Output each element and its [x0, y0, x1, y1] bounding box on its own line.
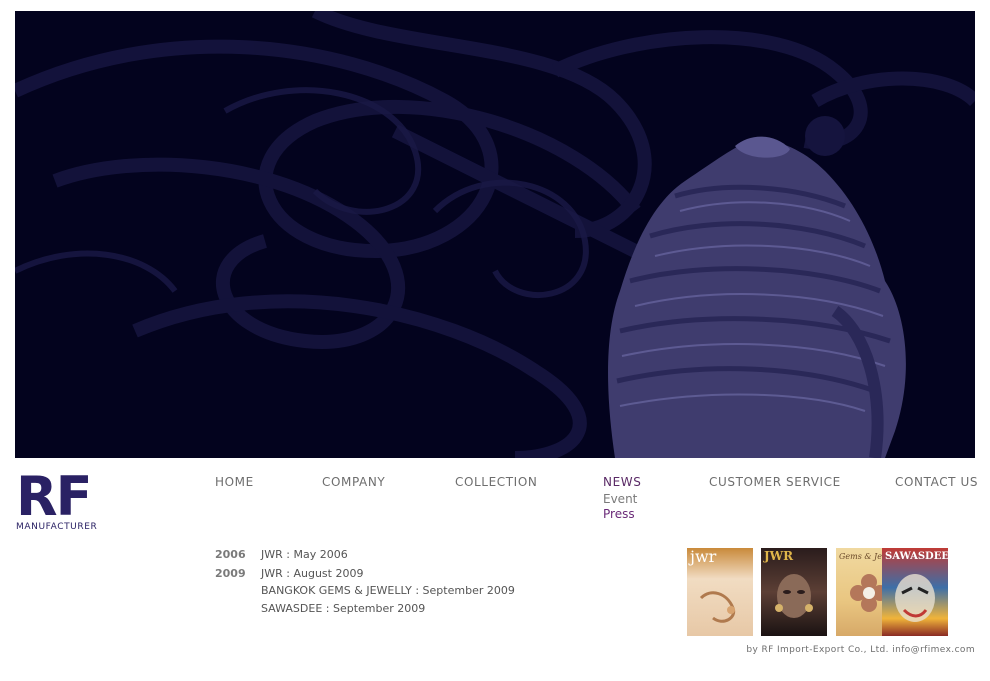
logo-subtitle: MANUFACTURER	[16, 522, 98, 532]
ring-icon	[608, 136, 906, 458]
hero-banner	[15, 11, 975, 458]
year-2009: 2009	[215, 567, 246, 580]
nav-company[interactable]: COMPANY	[322, 475, 385, 489]
brand-logo[interactable]: RF MANUFACTURER	[16, 465, 98, 533]
year-2006: 2006	[215, 548, 246, 561]
nav-home[interactable]: HOME	[215, 475, 254, 489]
press-entry[interactable]: BANGKOK GEMS & JEWELLY : September 2009	[261, 584, 515, 597]
nav-collection[interactable]: COLLECTION	[455, 475, 537, 489]
subnav-press[interactable]: Press	[603, 507, 637, 522]
press-entry[interactable]: SAWASDEE : September 2009	[261, 602, 425, 615]
footer-email-link[interactable]: info@rfimex.com	[892, 645, 975, 655]
nav-news[interactable]: NEWS	[603, 475, 641, 489]
cover-sawasdee[interactable]: SAWASDEE	[882, 548, 948, 636]
cover-jwr-2006[interactable]: jwr	[687, 548, 753, 636]
news-subnav: Event Press	[603, 492, 637, 522]
logo-mark: RF	[16, 465, 92, 528]
jewelry-photo-icon	[699, 591, 736, 623]
footer-credit: by RF Import-Export Co., Ltd.	[746, 645, 889, 655]
nav-customer-service[interactable]: CUSTOMER SERVICE	[709, 475, 841, 489]
subnav-event[interactable]: Event	[603, 492, 637, 507]
footer: by RF Import-Export Co., Ltd. info@rfime…	[746, 645, 975, 655]
swirl-dot	[805, 116, 845, 156]
festival-mask-icon	[895, 574, 935, 622]
press-entry[interactable]: JWR : August 2009	[261, 567, 363, 580]
hero-swirl-background	[15, 11, 975, 458]
model-portrait-icon	[775, 574, 813, 618]
cover-jwr-2009[interactable]: JWR	[761, 548, 827, 636]
press-entry[interactable]: JWR : May 2006	[261, 548, 348, 561]
nav-contact-us[interactable]: CONTACT US	[895, 475, 978, 489]
